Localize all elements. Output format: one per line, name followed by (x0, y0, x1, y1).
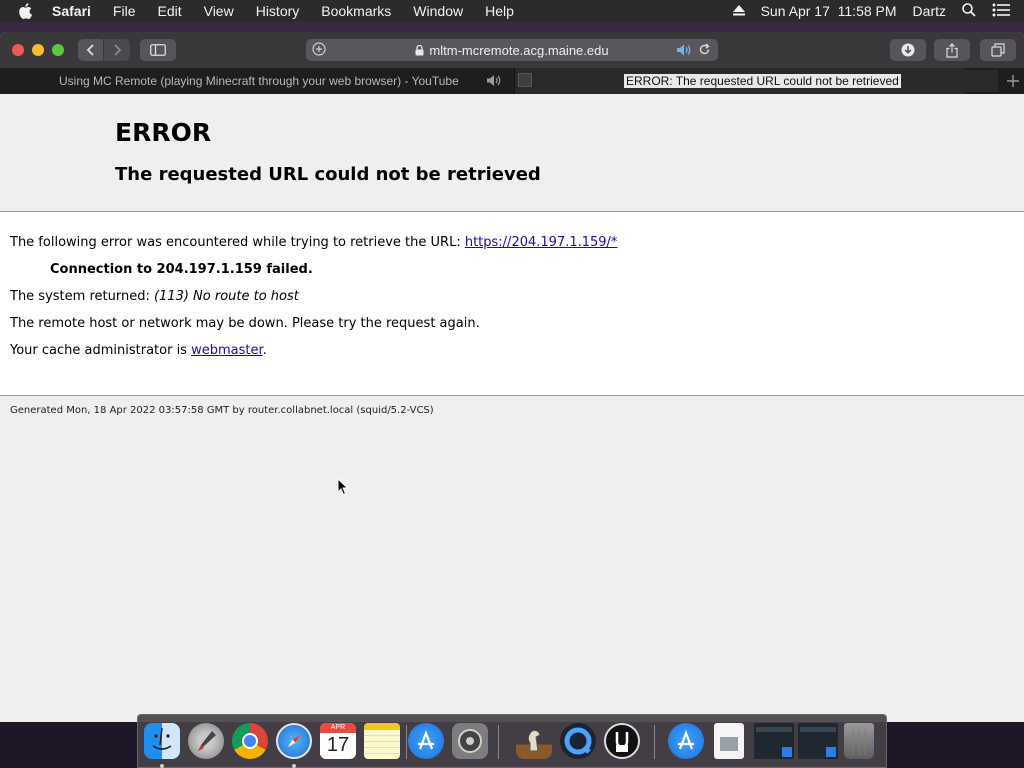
cache-admin-suffix: . (262, 343, 267, 358)
menu-edit[interactable]: Edit (157, 3, 181, 19)
menu-window[interactable]: Window (413, 3, 463, 19)
dock-separator (654, 725, 655, 759)
menu-file[interactable]: File (113, 3, 136, 19)
error-header: ERROR The requested URL could not be ret… (0, 94, 1024, 212)
tab-overview-button[interactable] (980, 39, 1016, 61)
app-store-icon[interactable] (408, 723, 444, 759)
notes-icon[interactable] (364, 723, 400, 759)
safari-icon[interactable] (276, 723, 312, 759)
audio-playing-icon[interactable] (676, 43, 692, 60)
cache-admin-line: Your cache administrator is webmaster. (10, 343, 267, 358)
menu-datetime[interactable]: Sun Apr 17 11:58 PM (761, 3, 897, 19)
app-store-icon[interactable] (668, 723, 704, 759)
close-window-button[interactable] (12, 44, 24, 56)
download-icon (901, 43, 915, 57)
chrome-icon[interactable] (232, 723, 268, 759)
plus-icon (1006, 75, 1019, 87)
new-tab-button[interactable] (1001, 68, 1024, 94)
favicon (518, 73, 532, 87)
fullscreen-window-button[interactable] (52, 44, 64, 56)
system-returned-line: The system returned: (113) No route to h… (10, 289, 299, 304)
connection-failed-text: Connection to 204.197.1.159 failed. (50, 262, 313, 277)
system-returned-detail: (113) No route to host (153, 289, 299, 304)
speaker-icon[interactable] (486, 74, 502, 90)
menu-app-name[interactable]: Safari (52, 3, 91, 19)
webmaster-link[interactable]: webmaster (191, 343, 263, 358)
share-button[interactable] (934, 39, 970, 61)
menu-user[interactable]: Dartz (913, 3, 946, 19)
error-url-link[interactable]: https://204.197.1.159/* (465, 235, 618, 250)
system-returned-prefix: The system returned: (10, 289, 154, 304)
tab-title: Using MC Remote (playing Minecraft throu… (59, 74, 459, 88)
trash-icon[interactable] (844, 723, 874, 759)
sidebar-icon (150, 44, 166, 56)
finder-icon[interactable] (144, 723, 180, 759)
dock-separator (406, 725, 407, 759)
running-indicator (160, 764, 164, 768)
mouse-cursor-icon (337, 477, 349, 501)
page-subtitle: The requested URL could not be retrieved (115, 164, 541, 185)
error-url-line: The following error was encountered whil… (10, 235, 617, 250)
tab-error-active[interactable]: ERROR: The requested URL could not be re… (515, 68, 965, 94)
share-icon (946, 42, 958, 58)
tab-bar: Using MC Remote (playing Minecraft throu… (0, 68, 1024, 94)
preview-document-icon[interactable] (714, 723, 744, 759)
tab-overview-icon (991, 43, 1005, 57)
add-page-icon[interactable] (312, 42, 326, 59)
window-controls (12, 44, 72, 56)
sidebar-toggle-button[interactable] (140, 39, 176, 61)
error-body: The following error was encountered whil… (0, 212, 1024, 396)
apple-menu-icon[interactable] (18, 3, 38, 19)
safari-window: mltm-mcremote.acg.maine.edu Using MC Rem… (0, 32, 1024, 722)
calendar-day: 17 (326, 734, 350, 756)
dock: APR 17 (137, 714, 887, 768)
minimized-window-icon[interactable] (798, 723, 838, 759)
system-preferences-icon[interactable] (452, 723, 488, 759)
tab-youtube[interactable]: Using MC Remote (playing Minecraft throu… (0, 68, 515, 94)
menu-view[interactable]: View (204, 3, 234, 19)
unblock-app-icon[interactable] (604, 723, 640, 759)
menu-help[interactable]: Help (485, 3, 514, 19)
error-url-prefix: The following error was encountered whil… (10, 235, 465, 250)
launchpad-icon[interactable] (188, 723, 224, 759)
page-title: ERROR (115, 118, 212, 147)
remote-host-text: The remote host or network may be down. … (10, 316, 480, 331)
address-bar[interactable]: mltm-mcremote.acg.maine.edu (306, 39, 718, 61)
reload-icon[interactable] (698, 43, 711, 59)
running-indicator (292, 764, 296, 768)
chevron-right-icon (114, 44, 122, 56)
web-page: ERROR The requested URL could not be ret… (0, 94, 1024, 722)
spotlight-search-icon[interactable] (962, 2, 976, 20)
calendar-month: APR (320, 723, 356, 733)
notification-center-icon[interactable] (992, 3, 1010, 20)
calendar-icon[interactable]: APR 17 (320, 723, 356, 759)
navigation-buttons (78, 39, 130, 61)
dock-separator (498, 725, 499, 759)
tab-overflow[interactable] (962, 70, 998, 92)
chess-icon[interactable] (516, 723, 552, 759)
downloads-button[interactable] (890, 39, 926, 61)
eject-icon[interactable] (732, 3, 745, 19)
quicktime-icon[interactable] (560, 723, 596, 759)
cache-admin-prefix: Your cache administrator is (10, 343, 192, 358)
safari-toolbar: mltm-mcremote.acg.maine.edu (0, 32, 1024, 68)
tab-title: ERROR: The requested URL could not be re… (624, 74, 901, 88)
lock-icon (415, 44, 424, 56)
menu-bookmarks[interactable]: Bookmarks (321, 3, 391, 19)
chevron-left-icon (86, 44, 94, 56)
menu-bar: Safari File Edit View History Bookmarks … (0, 0, 1024, 22)
address-text: mltm-mcremote.acg.maine.edu (429, 42, 609, 58)
minimized-window-icon[interactable] (754, 723, 794, 759)
forward-button[interactable] (104, 39, 130, 61)
minimize-window-button[interactable] (32, 44, 44, 56)
generated-footer: Generated Mon, 18 Apr 2022 03:57:58 GMT … (10, 405, 434, 416)
menu-history[interactable]: History (256, 3, 300, 19)
back-button[interactable] (78, 39, 104, 61)
